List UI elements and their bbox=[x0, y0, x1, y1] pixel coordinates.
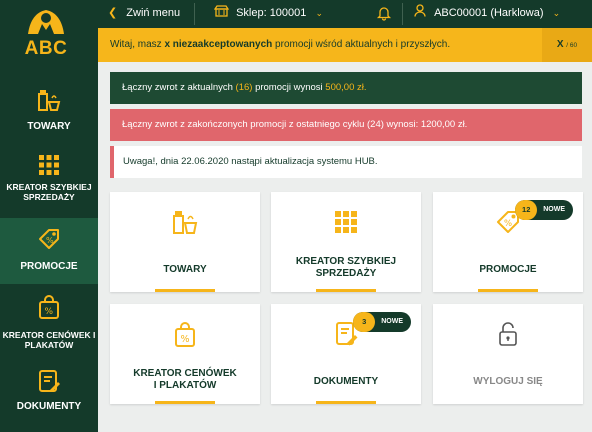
sidebar-item-promocje[interactable]: % PROMOCJE bbox=[0, 218, 98, 284]
user-icon bbox=[414, 4, 426, 17]
sidebar-item-label: KREATOR SZYBKIEJ SPRZEDAŻY bbox=[6, 182, 92, 202]
tile-kreator-cenowek[interactable]: % KREATOR CENÓWEK I PLAKATÓW bbox=[110, 304, 260, 404]
current-promotions-info: Łączny zwrot z aktualnych (16) promocji … bbox=[110, 72, 582, 104]
abc-logo[interactable]: ABC bbox=[18, 4, 74, 62]
tile-label: DOKUMENTY bbox=[313, 376, 379, 387]
tile-label: TOWARY bbox=[163, 264, 207, 275]
chevron-left-icon: ❮ bbox=[108, 7, 118, 19]
system-update-notice: Uwaga!, dnia 22.06.2020 nastąpi aktualiz… bbox=[110, 146, 582, 178]
tile-label: WYLOGUJ SIĘ bbox=[473, 376, 543, 387]
sidebar: ABC TOWARY KREATOR SZYBKIEJ SPRZEDAŻY % … bbox=[0, 0, 98, 432]
banner-text-bold: x niezaakceptowanych bbox=[164, 39, 273, 50]
pending-count: X bbox=[556, 39, 564, 50]
tag-icon: % bbox=[39, 229, 59, 249]
current-amount: 500,00 zł. bbox=[325, 82, 367, 93]
badge-count: 3 bbox=[353, 312, 376, 332]
chevron-down-icon: ⌄ bbox=[552, 8, 561, 18]
grocery-icon bbox=[173, 211, 198, 234]
divider bbox=[402, 3, 403, 25]
tile-label-line: KREATOR CENÓWEK bbox=[133, 368, 237, 379]
store-label: Sklep: 100001 bbox=[236, 7, 307, 19]
banner-text-suffix: promocji wśród aktualnych i przyszłych. bbox=[272, 39, 451, 50]
badge-count: 12 bbox=[515, 200, 538, 220]
info-text: Łączny zwrot z aktualnych bbox=[122, 82, 236, 93]
tile-promocje[interactable]: % 12 NOWE PROMOCJE bbox=[433, 192, 583, 292]
lock-icon bbox=[499, 322, 517, 346]
logo-text: ABC bbox=[24, 38, 68, 59]
tile-label: PROMOCJE bbox=[479, 264, 537, 275]
grid-icon bbox=[39, 155, 59, 175]
collapse-menu-button[interactable]: ❮ Zwiń menu bbox=[108, 0, 180, 28]
sidebar-item-kreator-szybkiej-sprzedazy[interactable]: KREATOR SZYBKIEJ SPRZEDAŻY bbox=[0, 148, 98, 216]
chevron-down-icon: ⌄ bbox=[315, 8, 324, 18]
percent-bag-icon: % bbox=[175, 322, 195, 347]
badge-text: NOWE bbox=[543, 206, 565, 213]
tile-underline bbox=[316, 289, 376, 292]
tile-label: KREATOR CENÓWEK I PLAKATÓW bbox=[118, 368, 252, 392]
tile-kreator-szybkiej-sprzedazy[interactable]: KREATOR SZYBKIEJ SPRZEDAŻY bbox=[271, 192, 421, 292]
pending-total: / 60 bbox=[566, 42, 578, 49]
svg-text:%: % bbox=[181, 334, 190, 345]
finished-promotions-info: Łączny zwrot z zakończonych promocji z o… bbox=[110, 109, 582, 141]
tile-underline bbox=[155, 401, 215, 404]
new-items-badge: 12 NOWE bbox=[515, 200, 573, 220]
grocery-icon bbox=[38, 90, 61, 111]
tile-label-line: I PLAKATÓW bbox=[153, 380, 217, 391]
banner-text-prefix: Witaj, masz bbox=[110, 39, 165, 50]
pending-counter: X / 60 bbox=[542, 28, 592, 62]
new-items-badge: 3 NOWE bbox=[353, 312, 411, 332]
sidebar-item-label: TOWARY bbox=[27, 121, 71, 132]
sidebar-item-dokumenty[interactable]: DOKUMENTY bbox=[0, 364, 98, 424]
tile-wyloguj[interactable]: WYLOGUJ SIĘ bbox=[433, 304, 583, 404]
sidebar-item-label: DOKUMENTY bbox=[16, 401, 82, 412]
svg-text:%: % bbox=[45, 307, 54, 317]
document-icon bbox=[39, 370, 60, 392]
bell-icon bbox=[376, 7, 392, 21]
svg-text:%: % bbox=[46, 236, 54, 245]
top-bar: ❮ Zwiń menu Sklep: 100001 ⌄ ABC00001 (Ha… bbox=[98, 0, 592, 28]
current-count: (16) bbox=[235, 82, 253, 93]
tile-underline bbox=[155, 289, 215, 292]
svg-text:%: % bbox=[504, 219, 512, 229]
divider bbox=[194, 3, 195, 25]
info-text: promocji wynosi bbox=[252, 82, 326, 93]
banner-text: Witaj, masz x niezaakceptowanych promocj… bbox=[110, 39, 450, 50]
tile-label: KREATOR SZYBKIEJ SPRZEDAŻY bbox=[279, 256, 413, 280]
notifications-button[interactable] bbox=[376, 0, 392, 28]
store-selector[interactable]: Sklep: 100001 ⌄ bbox=[213, 0, 324, 28]
tile-label-line: SPRZEDAŻY bbox=[315, 268, 377, 279]
collapse-menu-label: Zwiń menu bbox=[126, 7, 181, 19]
tile-towary[interactable]: TOWARY bbox=[110, 192, 260, 292]
badge-text: NOWE bbox=[381, 318, 403, 325]
tile-underline bbox=[478, 289, 538, 292]
sidebar-item-label: KREATOR CENÓWEK I PLAKATÓW bbox=[2, 330, 96, 350]
sidebar-item-towary[interactable]: TOWARY bbox=[0, 84, 98, 144]
user-menu[interactable]: ABC00001 (Harklowa) ⌄ bbox=[414, 0, 560, 28]
sidebar-item-kreator-cenowek[interactable]: % KREATOR CENÓWEK I PLAKATÓW bbox=[0, 290, 98, 360]
sidebar-item-label: PROMOCJE bbox=[20, 261, 78, 272]
user-label: ABC00001 (Harklowa) bbox=[434, 7, 544, 19]
tile-underline bbox=[316, 401, 376, 404]
pending-promotions-banner[interactable]: Witaj, masz x niezaakceptowanych promocj… bbox=[98, 28, 592, 62]
percent-bag-icon: % bbox=[39, 295, 59, 319]
grid-icon bbox=[335, 211, 357, 233]
tile-dokumenty[interactable]: 3 NOWE DOKUMENTY bbox=[271, 304, 421, 404]
store-icon bbox=[213, 5, 230, 17]
tile-label-line: KREATOR SZYBKIEJ bbox=[295, 256, 397, 267]
